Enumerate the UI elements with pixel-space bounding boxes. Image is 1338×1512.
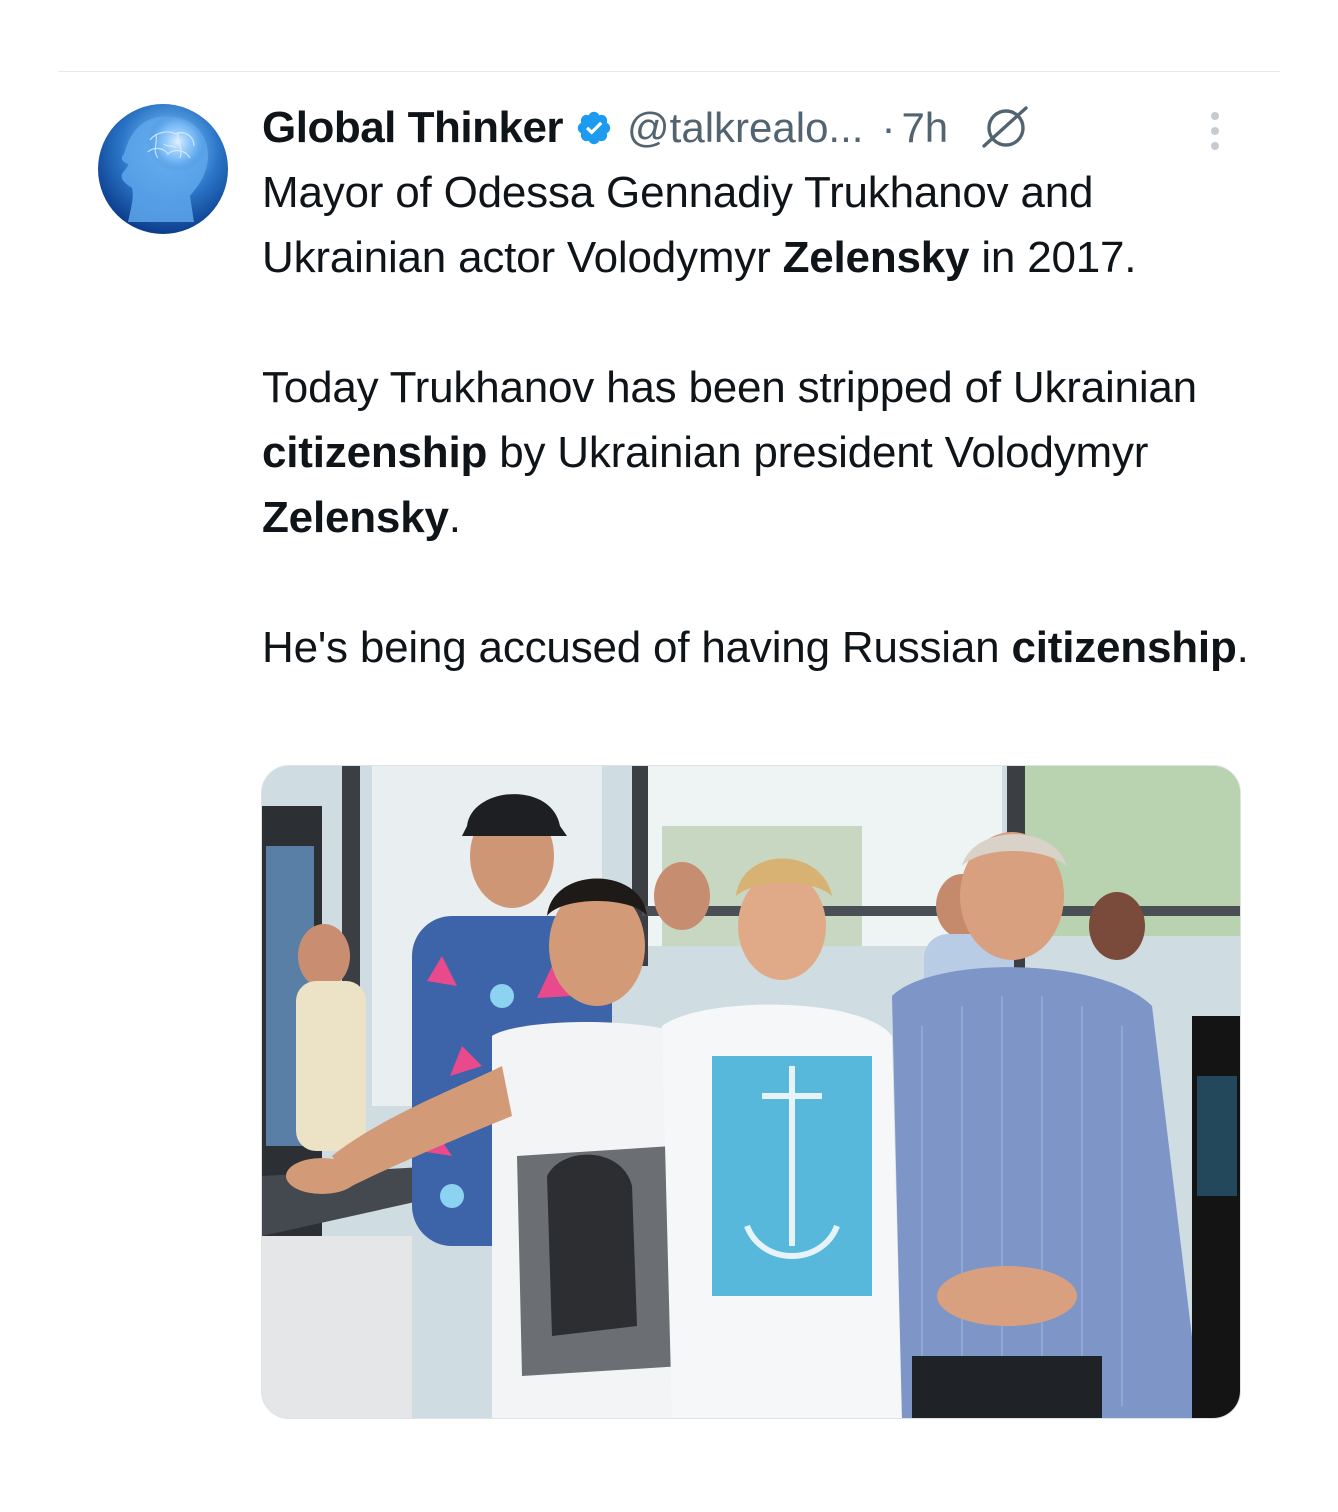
hashtag-like-bold: citizenship	[262, 428, 488, 477]
text-segment: by Ukrainian president Volodymyr	[487, 428, 1149, 477]
text-segment: in 2017.	[969, 233, 1137, 282]
separator-dot: ·	[881, 104, 896, 151]
text-segment: He's being accused of having Russian	[262, 623, 1012, 672]
tweet-timestamp[interactable]: 7h	[901, 104, 948, 152]
group-photo-image	[262, 766, 1240, 1418]
text-segment: .	[1236, 623, 1249, 672]
author-avatar[interactable]	[98, 104, 228, 234]
text-segment: Today Trukhanov has been stripped of Ukr…	[262, 363, 1197, 412]
tweet-photo[interactable]	[261, 765, 1241, 1419]
tweet-paragraph-1: Mayor of Odessa Gennadiy Trukhanov and U…	[262, 160, 1272, 290]
grok-icon[interactable]	[976, 100, 1032, 156]
top-divider	[58, 71, 1280, 72]
brain-head-icon	[121, 116, 208, 222]
tweet-text: Mayor of Odessa Gennadiy Trukhanov and U…	[262, 160, 1272, 680]
verified-badge-icon[interactable]	[575, 109, 613, 147]
tweet-paragraph-3: He's being accused of having Russian cit…	[262, 615, 1272, 680]
author-handle[interactable]: @talkrealo...	[627, 104, 863, 152]
hashtag-like-bold: Zelensky	[262, 493, 449, 542]
tweet-paragraph-2: Today Trukhanov has been stripped of Ukr…	[262, 355, 1272, 550]
more-options-icon[interactable]	[1200, 108, 1230, 154]
hashtag-like-bold: Zelensky	[782, 233, 970, 282]
hashtag-like-bold: citizenship	[1011, 623, 1237, 672]
text-segment: .	[448, 493, 461, 542]
author-name[interactable]: Global Thinker	[262, 103, 564, 153]
tweet-header: Global Thinker @talkrealo... · 7h	[262, 100, 1252, 156]
